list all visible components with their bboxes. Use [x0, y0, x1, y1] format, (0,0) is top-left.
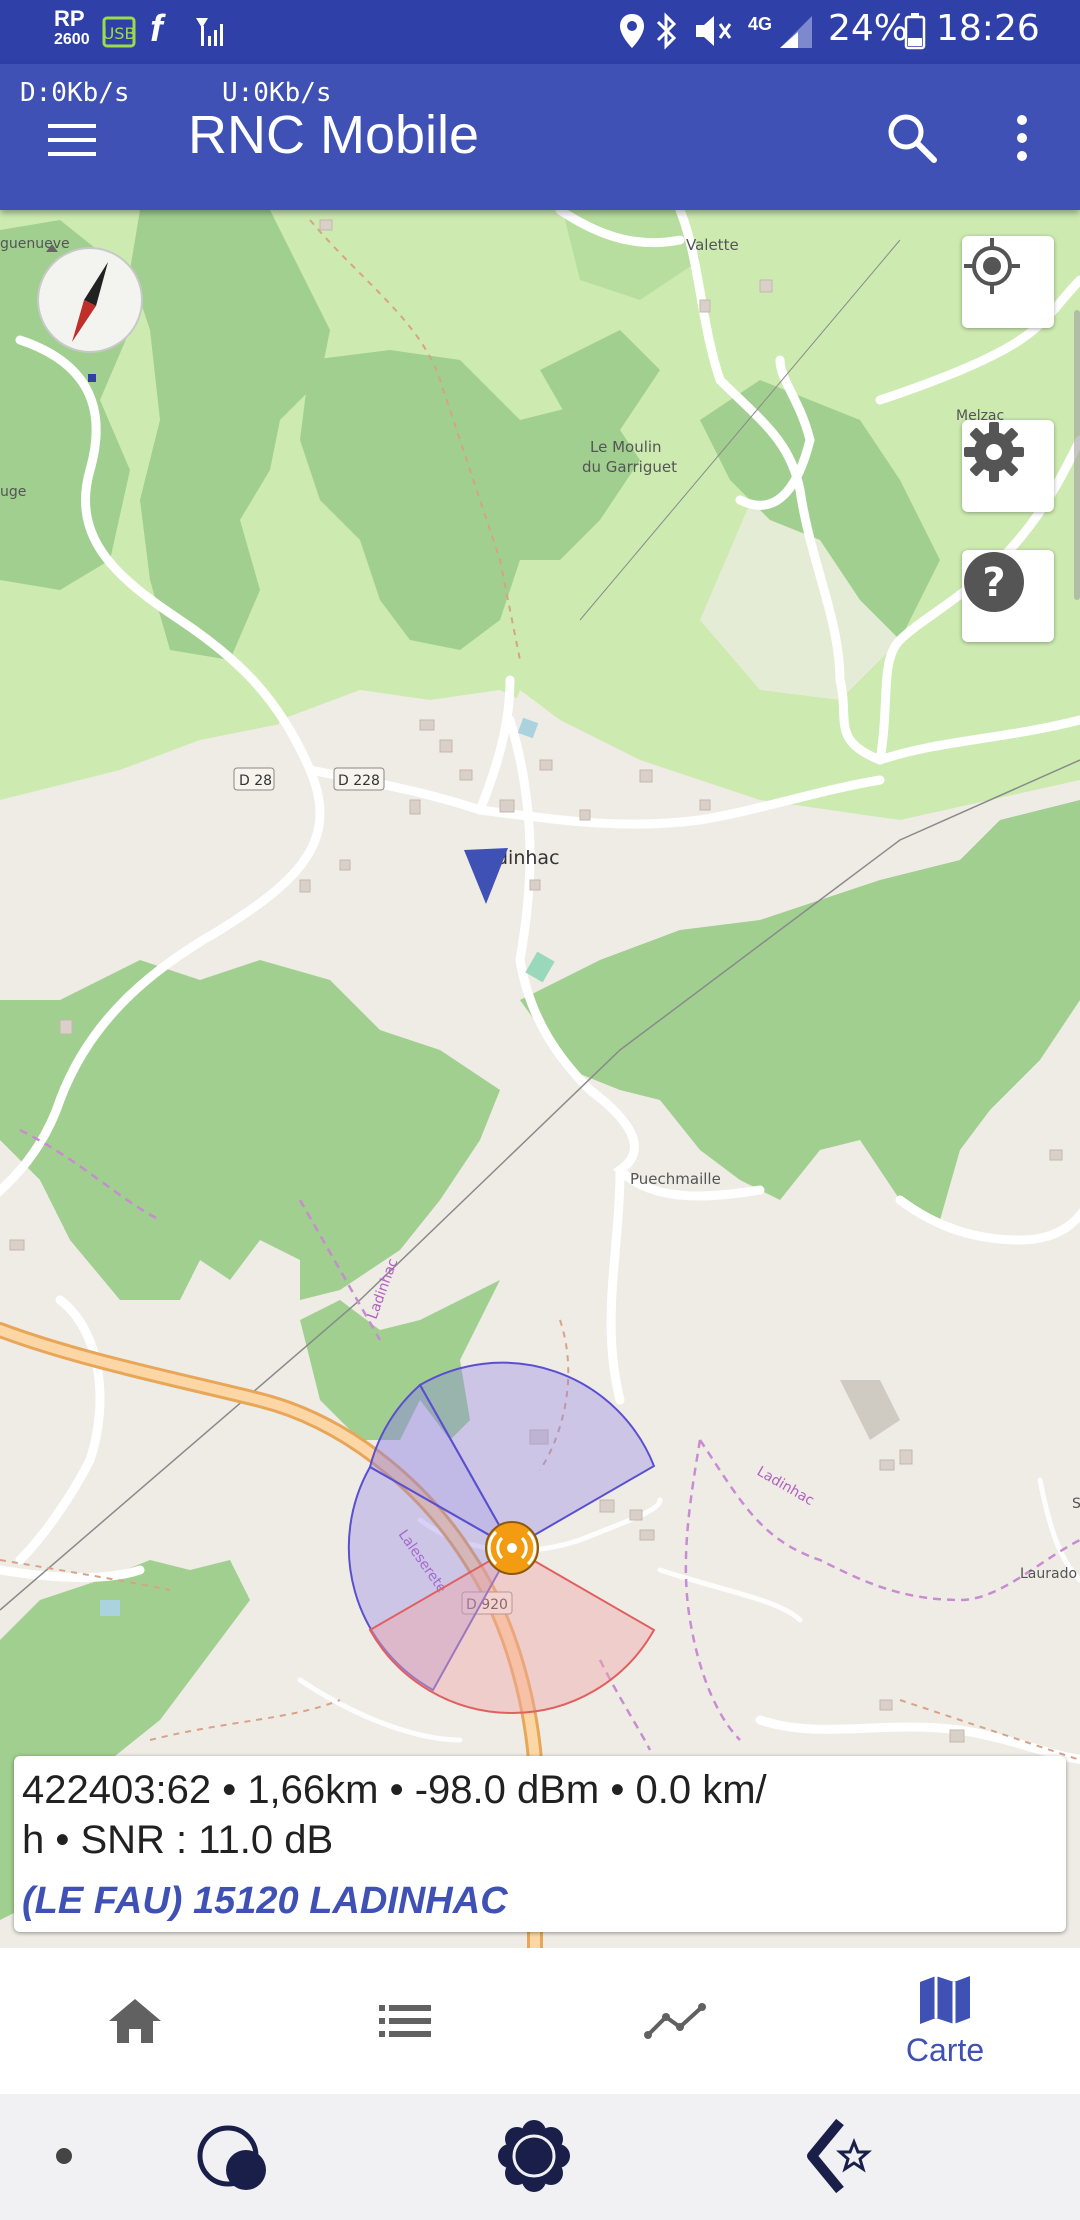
map-label-uge: uge	[0, 484, 26, 500]
map-label-s: S	[1072, 1496, 1080, 1512]
map-label-guenueve: guenueve	[0, 236, 70, 252]
help-button[interactable]: ?	[962, 550, 1054, 642]
map-canvas[interactable]: guenueve Valette Melzac uge Le Moulin du…	[0, 210, 1080, 1948]
back-star-icon[interactable]	[804, 2118, 884, 2199]
app-title: RNC Mobile	[188, 105, 480, 165]
nav-map-label: Carte	[905, 2031, 985, 2068]
map-label-moulin-1: Le Moulin	[590, 438, 662, 456]
overflow-menu-button[interactable]	[1002, 110, 1042, 170]
nav-home[interactable]	[0, 1948, 270, 2094]
cell-tower-icon[interactable]	[485, 1521, 539, 1575]
svg-text:?: ?	[982, 560, 1005, 606]
cell-location: (LE FAU) 15120 LADINHAC	[22, 1880, 508, 1922]
mute-icon	[692, 12, 732, 55]
dot-icon[interactable]	[56, 2148, 72, 2164]
map-label-moulin-2: du Garriguet	[582, 458, 677, 476]
moon-icon[interactable]	[196, 2122, 272, 2197]
download-speed: D:0Kb/s	[20, 78, 130, 108]
hamburger-icon	[48, 124, 96, 156]
bottom-navigation: Carte	[0, 1948, 1080, 2094]
cell-info-line-2: h • SNR : 11.0 dB	[22, 1818, 334, 1862]
cell-info-card[interactable]: 422403:62 • 1,66km • -98.0 dBm • 0.0 km/…	[14, 1756, 1066, 1932]
crosshair-icon	[964, 238, 1020, 294]
nav-list[interactable]	[270, 1948, 540, 2094]
map-icon	[920, 1975, 970, 2024]
map-label-lauradou: Laurado	[1020, 1566, 1077, 1582]
location-icon	[618, 12, 646, 55]
road-label-d28: D 28	[239, 773, 272, 789]
system-navigation-bar	[0, 2094, 1080, 2220]
list-icon	[379, 2005, 431, 2037]
road-label-d228: D 228	[338, 773, 380, 789]
battery-icon	[904, 12, 926, 55]
my-location-button[interactable]	[962, 236, 1054, 328]
search-icon	[888, 114, 937, 163]
help-icon: ?	[964, 552, 1024, 612]
more-vert-icon	[1017, 115, 1027, 161]
battery-percent: 24%	[828, 8, 909, 49]
chart-icon	[644, 2003, 706, 2039]
network-type: 4G	[748, 14, 773, 34]
rp-bottom-text: 2600	[54, 31, 90, 48]
rp-top-text: RP	[54, 6, 85, 31]
usb-icon: USB	[102, 14, 136, 48]
cell-info-line-1: 422403:62 • 1,66km • -98.0 dBm • 0.0 km/	[22, 1768, 767, 1812]
menu-button[interactable]	[46, 120, 100, 164]
gear-icon	[964, 422, 1024, 482]
rp-icon: RP 2600	[54, 8, 90, 49]
map-view[interactable]: guenueve Valette Melzac uge Le Moulin du…	[0, 210, 1080, 1948]
signal-icon	[778, 14, 814, 55]
settings-button[interactable]	[962, 420, 1054, 512]
clock: 18:26	[936, 8, 1040, 49]
signal-small-icon	[194, 14, 224, 53]
svg-text:USB: USB	[103, 24, 136, 43]
gear-flower-icon[interactable]	[496, 2118, 572, 2199]
search-button[interactable]	[884, 110, 940, 166]
status-bar: RP 2600 USB f 4G 24% 18:26	[0, 0, 1080, 64]
nav-chart[interactable]	[540, 1948, 810, 2094]
map-label-puechmaille: Puechmaille	[630, 1170, 721, 1188]
home-icon	[109, 1999, 161, 2043]
nav-map[interactable]: Carte	[810, 1948, 1080, 2094]
bluetooth-icon	[654, 12, 680, 55]
map-label-valette: Valette	[686, 236, 739, 254]
f-icon: f	[150, 8, 163, 50]
app-bar: D:0Kb/s U:0Kb/s RNC Mobile	[0, 64, 1080, 210]
